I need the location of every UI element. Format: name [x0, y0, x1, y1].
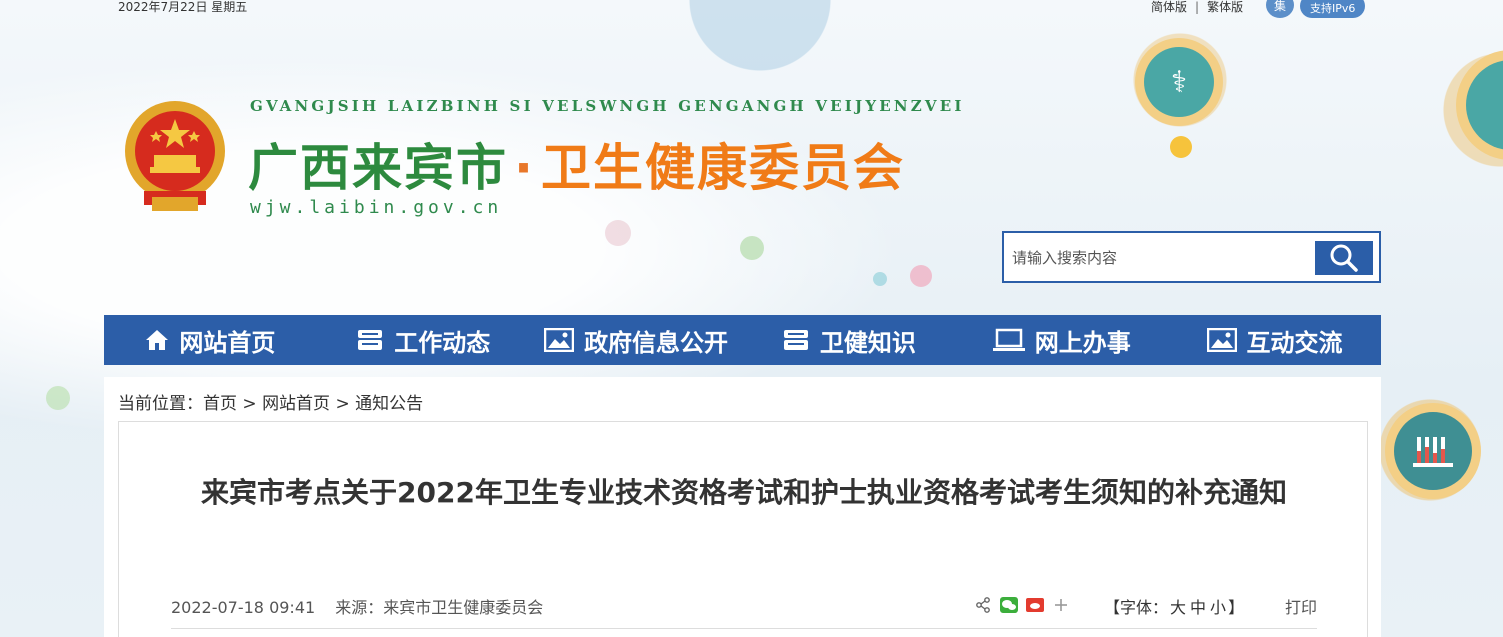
pinyin-title: GVANGJSIH LAIZBINH SI VELSWNGH GENGANGH … — [250, 97, 965, 115]
site-title: 广西来宾市 · 卫生健康委员会 — [248, 128, 905, 200]
article-title: 来宾市考点关于2022年卫生专业技术资格考试和护士执业资格考试考生须知的补充通知 — [201, 476, 1287, 509]
share-tools — [974, 596, 1070, 614]
font-size-large[interactable]: 大 — [1170, 598, 1186, 617]
image-icon — [1206, 328, 1237, 352]
breadcrumb: 当前位置：首页 > 网站首页 > 通知公告 — [118, 389, 423, 414]
plus-icon[interactable] — [1052, 596, 1070, 614]
site-title-dot: · — [514, 139, 535, 197]
decor-dot — [46, 386, 70, 410]
search-box — [1002, 231, 1381, 283]
nav-item-home[interactable]: 网站首页 — [104, 315, 317, 365]
nav-item-label: 网站首页 — [179, 328, 276, 357]
font-size-medium[interactable]: 中 — [1190, 598, 1206, 617]
ipv6-globe-icon: 集 — [1266, 0, 1294, 18]
news-icon — [783, 330, 808, 350]
decor-dot — [873, 272, 887, 286]
article-source: 来源：来宾市卫生健康委员会 — [335, 598, 544, 617]
decor-dot — [910, 265, 932, 287]
nav-item-interaction[interactable]: 互动交流 — [1168, 315, 1381, 365]
traditional-link[interactable]: 繁体版 — [1207, 0, 1243, 14]
font-size-open: 【字体： — [1104, 598, 1169, 617]
main-nav: 网站首页 工作动态 政府信息公开 卫健知识 网上办事 互动交流 — [104, 315, 1381, 365]
lab-badge-icon — [1385, 403, 1481, 499]
font-size-small[interactable]: 小 — [1210, 598, 1226, 617]
image-icon — [544, 328, 575, 352]
breadcrumb-prefix: 当前位置： — [118, 394, 203, 414]
home-icon — [146, 330, 169, 350]
site-title-city: 广西来宾市 — [248, 139, 508, 197]
weibo-icon[interactable] — [1026, 596, 1044, 614]
nav-item-label: 政府信息公开 — [584, 328, 729, 357]
nav-item-label: 互动交流 — [1246, 328, 1343, 357]
breadcrumb-section[interactable]: 网站首页 — [262, 394, 330, 414]
national-emblem-icon — [122, 97, 228, 213]
top-bar: 2022年7月22日 星期五 简体版 | 繁体版 集 支持IPv6 — [0, 0, 1503, 18]
content-panel: 当前位置：首页 > 网站首页 > 通知公告 来宾市考点关于2022年卫生专业技术… — [104, 377, 1381, 637]
search-icon — [1330, 244, 1358, 272]
breadcrumb-current[interactable]: 通知公告 — [355, 394, 423, 414]
article-datetime: 2022-07-18 09:41 — [171, 598, 316, 617]
simplified-link[interactable]: 简体版 — [1151, 0, 1187, 14]
decor-dot — [605, 220, 631, 246]
site-title-org: 卫生健康委员会 — [541, 139, 905, 197]
nav-item-label: 工作动态 — [394, 328, 491, 357]
nav-item-online-services[interactable]: 网上办事 — [955, 315, 1168, 365]
article: 来宾市考点关于2022年卫生专业技术资格考试和护士执业资格考试考生须知的补充通知… — [118, 421, 1368, 637]
font-size-control: 【字体：大中小】 — [1104, 594, 1244, 618]
site-domain: wjw.laibin.gov.cn — [250, 197, 503, 218]
laptop-icon — [992, 328, 1025, 351]
news-icon — [358, 330, 383, 350]
nav-item-label: 网上办事 — [1034, 328, 1131, 357]
nav-item-gov-info[interactable]: 政府信息公开 — [530, 315, 743, 365]
current-date: 2022年7月22日 星期五 — [118, 0, 248, 14]
language-separator: | — [1195, 0, 1200, 14]
breadcrumb-separator: > — [237, 394, 263, 414]
breadcrumb-home[interactable]: 首页 — [203, 394, 237, 414]
nav-item-label: 卫健知识 — [819, 328, 916, 357]
search-input[interactable] — [1012, 241, 1312, 275]
search-button[interactable] — [1315, 241, 1373, 275]
decor-dot — [740, 236, 764, 260]
article-meta: 2022-07-18 09:41 来源：来宾市卫生健康委员会 — [171, 594, 543, 618]
font-size-close: 】 — [1228, 598, 1245, 617]
ipv6-badge: 支持IPv6 — [1300, 0, 1366, 18]
share-icon[interactable] — [974, 596, 992, 614]
nav-item-news[interactable]: 工作动态 — [317, 315, 530, 365]
meta-divider — [171, 628, 1317, 629]
breadcrumb-separator: > — [330, 394, 356, 414]
language-switch: 简体版 | 繁体版 — [1151, 0, 1243, 15]
decor-dot — [1170, 136, 1192, 158]
wechat-icon[interactable] — [1000, 596, 1018, 614]
nav-item-health-knowledge[interactable]: 卫健知识 — [742, 315, 955, 365]
dna-badge-icon: ⚕ — [1135, 38, 1223, 126]
print-link[interactable]: 打印 — [1285, 594, 1317, 618]
